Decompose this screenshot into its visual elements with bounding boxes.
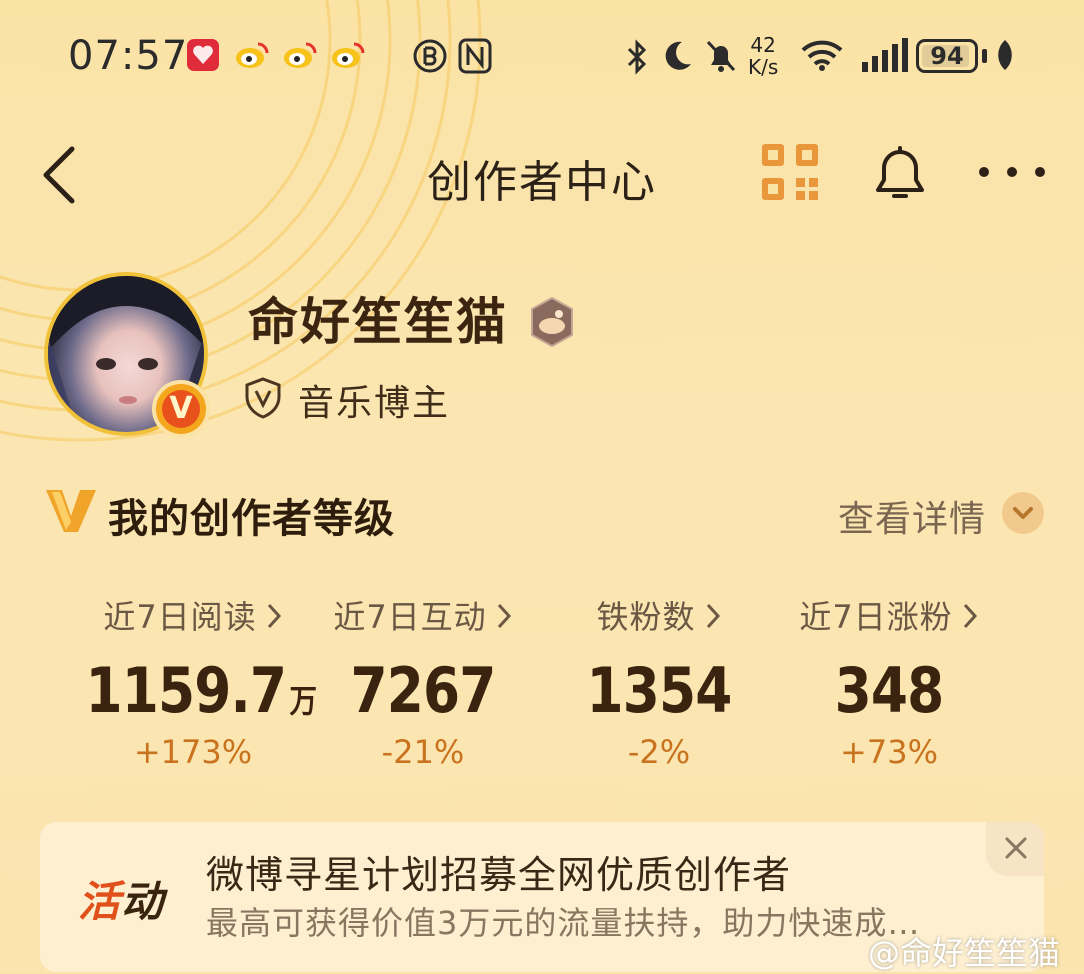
stat-label: 铁粉数 bbox=[596, 598, 696, 636]
stat-weekly-interactions[interactable]: 近7日互动 7267 -21% bbox=[298, 592, 548, 771]
stat-change: +173% bbox=[133, 733, 253, 771]
chevron-right-icon bbox=[267, 603, 281, 629]
banner-close-button[interactable] bbox=[986, 822, 1044, 876]
stat-label: 近7日互动 bbox=[333, 598, 487, 636]
battery-indicator: 94 bbox=[916, 39, 978, 73]
stat-value: 1354 bbox=[586, 654, 733, 727]
nfc-b-icon bbox=[413, 39, 447, 73]
creator-level-title: 我的创作者等级 bbox=[108, 496, 395, 542]
more-options-button[interactable] bbox=[976, 140, 1048, 204]
moon-icon bbox=[665, 41, 691, 70]
stat-weekly-reads[interactable]: 近7日阅读 1159.7 万 +173% bbox=[68, 592, 318, 771]
stat-value: 1159.7 bbox=[85, 654, 287, 727]
notification-button[interactable] bbox=[868, 140, 932, 204]
username: 命好笙笙猫 bbox=[248, 293, 508, 351]
stat-iron-fans[interactable]: 铁粉数 1354 -2% bbox=[534, 592, 784, 771]
chevron-down-icon bbox=[1013, 507, 1033, 519]
net-speed: 42 K/s bbox=[748, 33, 779, 79]
stat-change: -21% bbox=[381, 733, 465, 771]
v-icon: V bbox=[162, 390, 200, 428]
signal-icon bbox=[862, 38, 908, 72]
qr-code-icon bbox=[762, 144, 818, 200]
bell-off-icon bbox=[706, 40, 736, 72]
level-medal-icon[interactable] bbox=[528, 296, 576, 348]
leaf-icon bbox=[998, 40, 1012, 70]
status-time: 07:57 bbox=[68, 33, 189, 79]
nfc-icon bbox=[458, 38, 492, 74]
role-label: 音乐博主 bbox=[298, 383, 451, 424]
chevron-right-icon bbox=[963, 603, 977, 629]
battery-tip bbox=[982, 49, 987, 63]
banner-title: 微博寻星计划招募全网优质创作者 bbox=[206, 853, 792, 897]
stat-value: 348 bbox=[834, 654, 945, 727]
stat-change: +73% bbox=[840, 733, 938, 771]
view-details-link[interactable]: 查看详情 bbox=[838, 490, 986, 542]
weibo-icon bbox=[284, 42, 317, 68]
stat-value: 7267 bbox=[350, 654, 497, 727]
chevron-right-icon bbox=[706, 603, 720, 629]
view-details-button[interactable] bbox=[1002, 492, 1044, 534]
wifi-icon bbox=[801, 40, 843, 71]
qr-code-button[interactable] bbox=[758, 140, 822, 204]
watermark: @命好笙笙猫 bbox=[868, 934, 1061, 972]
bluetooth-icon bbox=[627, 39, 647, 75]
more-dots-icon bbox=[979, 167, 1045, 177]
close-icon bbox=[1005, 837, 1027, 859]
weibo-icon bbox=[332, 42, 365, 68]
status-bar: 07:57 42 K/s 94 bbox=[0, 0, 1084, 115]
activity-tag: 活动 bbox=[78, 877, 165, 926]
bell-icon bbox=[876, 146, 924, 198]
creator-v-icon bbox=[46, 490, 96, 532]
verified-badge: V bbox=[152, 380, 210, 438]
shield-v-icon bbox=[245, 377, 281, 419]
stat-label: 近7日阅读 bbox=[103, 598, 257, 636]
app-red-icon bbox=[187, 39, 219, 71]
stat-change: -2% bbox=[627, 733, 691, 771]
banner-subtitle: 最高可获得价值3万元的流量扶持，助力快速成… bbox=[206, 904, 921, 942]
stat-label: 近7日涨粉 bbox=[799, 598, 953, 636]
weibo-icon bbox=[236, 42, 269, 68]
stat-weekly-new-fans[interactable]: 近7日涨粉 348 +73% bbox=[764, 592, 1014, 771]
chevron-right-icon bbox=[497, 603, 511, 629]
